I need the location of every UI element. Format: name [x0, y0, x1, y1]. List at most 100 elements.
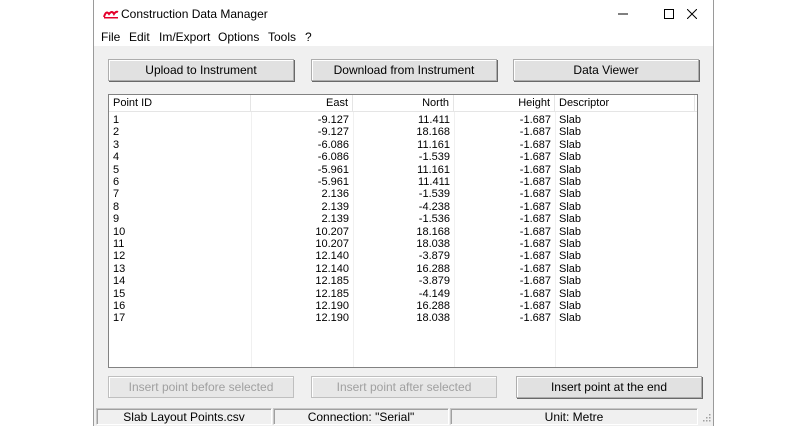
- status-bar: Slab Layout Points.csv Connection: "Seri…: [94, 406, 713, 426]
- download-from-instrument-button[interactable]: Download from Instrument: [311, 59, 497, 81]
- cell-east: -5.961: [317, 176, 349, 188]
- table-row[interactable]: 3 -6.086 11.161 -1.687 Slab: [109, 139, 697, 151]
- cell-east: -9.127: [317, 114, 349, 126]
- menu-edit[interactable]: Edit: [129, 30, 150, 44]
- cell-descriptor: Slab: [559, 213, 582, 226]
- cell-east: -9.127: [317, 126, 349, 139]
- cell-east: -5.961: [317, 163, 349, 176]
- cell-descriptor: Slab: [559, 250, 582, 263]
- menu-options[interactable]: Options: [218, 30, 259, 44]
- cell-east: 12.140: [315, 262, 349, 275]
- table-row[interactable]: 12 12.140 -3.879 -1.687 Slab: [109, 250, 697, 262]
- cell-east: 2.136: [321, 188, 349, 201]
- cell-height: -1.687: [519, 151, 551, 164]
- cell-height: -1.687: [519, 287, 551, 300]
- cell-descriptor: Slab: [559, 300, 582, 312]
- points-table[interactable]: Point ID East North Height Descriptor 1 -…: [108, 94, 698, 368]
- cell-descriptor: Slab: [559, 238, 582, 250]
- cell-point-id: 1: [113, 114, 120, 126]
- cell-point-id: 6: [113, 176, 120, 188]
- cell-height: -1.687: [519, 188, 551, 201]
- cell-descriptor: Slab: [559, 200, 582, 213]
- cell-east: 10.207: [315, 238, 349, 250]
- close-icon: [687, 9, 697, 19]
- table-row[interactable]: 13 12.140 16.288 -1.687 Slab: [109, 263, 697, 275]
- minimize-button[interactable]: [600, 0, 646, 28]
- status-file: Slab Layout Points.csv: [96, 408, 272, 425]
- table-row[interactable]: 4 -6.086 -1.539 -1.687 Slab: [109, 151, 697, 163]
- column-header-east[interactable]: East: [251, 95, 353, 112]
- cell-north: -4.149: [418, 287, 450, 300]
- cell-north: -1.536: [418, 213, 450, 226]
- menu-tools[interactable]: Tools: [268, 30, 296, 44]
- app-window: Construction Data Manager File Edit Im/E…: [93, 0, 714, 426]
- table-row[interactable]: 6 -5.961 11.411 -1.687 Slab: [109, 176, 697, 188]
- table-row[interactable]: 10 10.207 18.168 -1.687 Slab: [109, 226, 697, 238]
- data-viewer-button[interactable]: Data Viewer: [513, 59, 699, 81]
- cell-descriptor: Slab: [559, 312, 582, 325]
- cell-height: -1.687: [519, 200, 551, 213]
- column-header-height[interactable]: Height: [454, 95, 555, 112]
- title-bar: Construction Data Manager: [94, 0, 713, 28]
- cell-descriptor: Slab: [559, 114, 582, 126]
- cell-height: -1.687: [519, 213, 551, 226]
- cell-descriptor: Slab: [559, 275, 582, 288]
- table-row[interactable]: 1 -9.127 11.411 -1.687 Slab: [109, 114, 697, 126]
- menu-file[interactable]: File: [101, 30, 120, 44]
- leica-logo-icon: [103, 10, 119, 19]
- cell-descriptor: Slab: [559, 287, 582, 300]
- table-row[interactable]: 17 12.190 18.038 -1.687 Slab: [109, 312, 697, 324]
- table-row[interactable]: 15 12.185 -4.149 -1.687 Slab: [109, 288, 697, 300]
- table-row[interactable]: 9 2.139 -1.536 -1.687 Slab: [109, 213, 697, 225]
- menu-help[interactable]: ?: [305, 30, 312, 44]
- cell-east: -6.086: [317, 151, 349, 164]
- cell-north: -3.879: [418, 250, 450, 263]
- cell-point-id: 14: [113, 275, 126, 288]
- insert-point-after-button[interactable]: Insert point after selected: [311, 376, 497, 398]
- insert-point-at-end-button[interactable]: Insert point at the end: [516, 376, 702, 398]
- cell-point-id: 5: [113, 163, 120, 176]
- table-row[interactable]: 11 10.207 18.038 -1.687 Slab: [109, 238, 697, 250]
- menu-im-export[interactable]: Im/Export: [159, 30, 210, 44]
- cell-height: -1.687: [519, 163, 551, 176]
- cell-east: 12.185: [315, 275, 349, 288]
- cell-height: -1.687: [519, 300, 551, 312]
- cell-north: -4.238: [418, 200, 450, 213]
- cell-point-id: 4: [113, 151, 120, 164]
- cell-height: -1.687: [519, 262, 551, 275]
- cell-point-id: 7: [113, 188, 120, 201]
- table-row[interactable]: 2 -9.127 18.168 -1.687 Slab: [109, 126, 697, 138]
- table-row[interactable]: 7 2.136 -1.539 -1.687 Slab: [109, 188, 697, 200]
- cell-east: 12.190: [315, 312, 349, 325]
- resize-grip-icon[interactable]: [701, 412, 711, 422]
- column-header-north[interactable]: North: [353, 95, 454, 112]
- cell-east: 12.140: [315, 250, 349, 263]
- column-header-point-id[interactable]: Point ID: [109, 95, 251, 112]
- cell-point-id: 16: [113, 300, 126, 312]
- cell-height: -1.687: [519, 250, 551, 263]
- table-row[interactable]: 16 12.190 16.288 -1.687 Slab: [109, 300, 697, 312]
- cell-north: -1.539: [418, 188, 450, 201]
- cell-descriptor: Slab: [559, 176, 582, 188]
- cell-east: 10.207: [315, 225, 349, 238]
- cell-north: 11.411: [417, 114, 450, 126]
- cell-point-id: 10: [113, 225, 126, 238]
- cell-descriptor: Slab: [559, 163, 582, 176]
- cell-height: -1.687: [519, 238, 551, 250]
- table-row[interactable]: 8 2.139 -4.238 -1.687 Slab: [109, 201, 697, 213]
- cell-height: -1.687: [519, 176, 551, 188]
- cell-height: -1.687: [519, 138, 551, 151]
- cell-point-id: 15: [113, 287, 126, 300]
- table-row[interactable]: 14 12.185 -3.879 -1.687 Slab: [109, 275, 697, 287]
- close-button[interactable]: [669, 0, 715, 28]
- cell-descriptor: Slab: [559, 225, 582, 238]
- table-row[interactable]: 5 -5.961 11.161 -1.687 Slab: [109, 164, 697, 176]
- menu-bar: File Edit Im/Export Options Tools ?: [94, 28, 713, 46]
- cell-height: -1.687: [519, 114, 551, 126]
- insert-point-before-button[interactable]: Insert point before selected: [108, 376, 294, 398]
- cell-north: 16.288: [416, 300, 450, 312]
- column-header-descriptor[interactable]: Descriptor: [555, 95, 695, 112]
- cell-point-id: 11: [113, 238, 125, 250]
- upload-to-instrument-button[interactable]: Upload to Instrument: [108, 59, 294, 81]
- cell-east: -6.086: [317, 138, 349, 151]
